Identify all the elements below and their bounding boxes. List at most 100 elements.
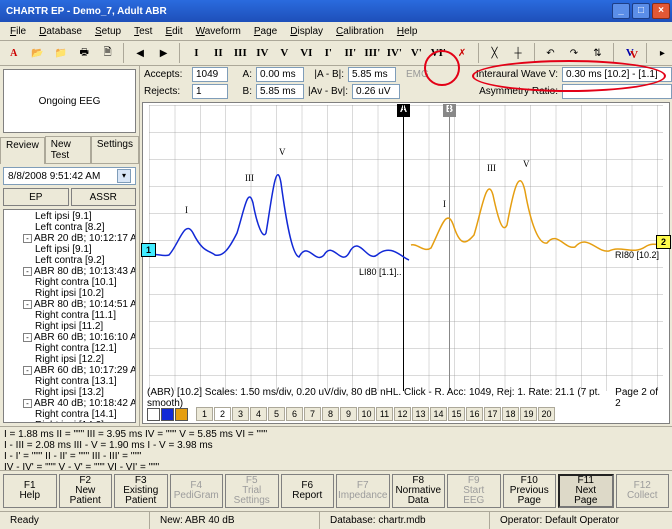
menu-file[interactable]: File — [4, 24, 32, 39]
tree-item[interactable]: Right ipsi [14.2] — [5, 420, 134, 423]
swatch-blue[interactable] — [161, 408, 174, 421]
arrow-right-icon[interactable]: ▸ — [653, 43, 672, 63]
tree-item[interactable]: Right ipsi [10.2] — [5, 288, 134, 299]
page-15-button[interactable]: 15 — [448, 407, 465, 421]
channel-1-marker[interactable]: 1 — [141, 243, 156, 257]
tree-item[interactable]: Left contra [9.2] — [5, 255, 134, 266]
peak-r-III: III — [487, 163, 496, 173]
avbv-label: |Av - Bv|: — [308, 86, 348, 97]
mark-II'-button[interactable]: II' — [340, 43, 360, 63]
page-16-button[interactable]: 16 — [466, 407, 483, 421]
mark-III-button[interactable]: III — [230, 43, 250, 63]
tree-item[interactable]: -ABR 60 dB; 10:17:29 AM — [5, 365, 134, 376]
tree-item[interactable]: Right contra [12.1] — [5, 343, 134, 354]
page-2-button[interactable]: 2 — [214, 407, 231, 421]
menu-edit[interactable]: Edit — [159, 24, 188, 39]
page-13-button[interactable]: 13 — [412, 407, 429, 421]
trace1-label: LI80 [1.1].. — [359, 267, 402, 277]
tree-item[interactable]: Left contra [8.2] — [5, 222, 134, 233]
page-17-button[interactable]: 17 — [484, 407, 501, 421]
chevron-down-icon[interactable]: ▾ — [117, 169, 131, 183]
tree-item[interactable]: -ABR 80 dB; 10:13:43 AM — [5, 266, 134, 277]
page-6-button[interactable]: 6 — [286, 407, 303, 421]
cursor-left-icon[interactable]: ◀ — [130, 43, 149, 63]
page-7-button[interactable]: 7 — [304, 407, 321, 421]
tree-item[interactable]: Right ipsi [11.2] — [5, 321, 134, 332]
print-icon[interactable]: 🖶 — [74, 43, 93, 63]
axes-icon[interactable]: ┼ — [508, 43, 527, 63]
tree-item[interactable]: Right contra [11.1] — [5, 310, 134, 321]
swatch-orange[interactable] — [175, 408, 188, 421]
print-preview-icon[interactable]: 🗎 — [98, 43, 117, 63]
tab-new-test[interactable]: New Test — [45, 136, 91, 163]
tree-item[interactable]: Right contra [10.1] — [5, 277, 134, 288]
tool-a-icon[interactable]: A — [4, 43, 23, 63]
tree-item[interactable]: Left ipsi [9.1] — [5, 244, 134, 255]
mark-IV-button[interactable]: IV — [252, 43, 272, 63]
page-3-button[interactable]: 3 — [232, 407, 249, 421]
tree-item[interactable]: Left ipsi [9.1] — [5, 211, 134, 222]
maximize-button[interactable]: □ — [632, 3, 650, 19]
tab-settings[interactable]: Settings — [91, 136, 139, 163]
tree-item[interactable]: -ABR 40 dB; 10:18:42 AM — [5, 398, 134, 409]
cursor-right-icon[interactable]: ▶ — [154, 43, 173, 63]
tree-item[interactable]: -ABR 60 dB; 10:16:10 AM — [5, 332, 134, 343]
ep-button[interactable]: EP — [3, 188, 69, 206]
tree-item[interactable]: -ABR 80 dB; 10:14:51 AM — [5, 299, 134, 310]
tree-item[interactable]: Right ipsi [13.2] — [5, 387, 134, 398]
mark-III'-button[interactable]: III' — [362, 43, 382, 63]
interaural-icon[interactable]: VV — [620, 43, 639, 63]
page-9-button[interactable]: 9 — [340, 407, 357, 421]
assr-button[interactable]: ASSR — [71, 188, 137, 206]
page-12-button[interactable]: 12 — [394, 407, 411, 421]
mark-IV'-button[interactable]: IV' — [384, 43, 404, 63]
menu-display[interactable]: Display — [284, 24, 329, 39]
close-button[interactable]: × — [652, 3, 670, 19]
page-14-button[interactable]: 14 — [430, 407, 447, 421]
tree-item[interactable]: -ABR 20 dB; 10:12:17 AM — [5, 233, 134, 244]
status-new: New: ABR 40 dB — [150, 512, 320, 529]
open-icon[interactable]: 📂 — [27, 43, 46, 63]
accepts-label: Accepts: — [144, 69, 188, 80]
latency-row-1: I = 1.88 ms II = """ III = 3.95 ms IV = … — [4, 429, 668, 440]
menu-setup[interactable]: Setup — [89, 24, 127, 39]
menu-test[interactable]: Test — [128, 24, 158, 39]
session-dropdown[interactable]: 8/8/2008 9:51:42 AM ▾ — [3, 167, 136, 185]
peak-r-I: I — [443, 199, 446, 209]
mark-VI-button[interactable]: VI — [296, 43, 316, 63]
swatch-white[interactable] — [147, 408, 160, 421]
recording-tree[interactable]: Left ipsi [9.1]Left contra [8.2]-ABR 20 … — [3, 209, 136, 423]
b-label: B: — [232, 86, 252, 97]
mark-V'-button[interactable]: V' — [406, 43, 426, 63]
menu-help[interactable]: Help — [391, 24, 424, 39]
page-20-button[interactable]: 20 — [538, 407, 555, 421]
rejects-value: 1 — [192, 84, 228, 99]
mark-I'-button[interactable]: I' — [318, 43, 338, 63]
page-19-button[interactable]: 19 — [520, 407, 537, 421]
page-5-button[interactable]: 5 — [268, 407, 285, 421]
waveform-plot[interactable]: A B I III V I III V LI80 [1.1].. RI80 [1… — [142, 102, 670, 424]
tree-item[interactable]: Right contra [14.1] — [5, 409, 134, 420]
tree-item[interactable]: Right ipsi [12.2] — [5, 354, 134, 365]
page-8-button[interactable]: 8 — [322, 407, 339, 421]
mark-II-button[interactable]: II — [208, 43, 228, 63]
mark-V-button[interactable]: V — [274, 43, 294, 63]
menu-calibration[interactable]: Calibration — [330, 24, 390, 39]
page-4-button[interactable]: 4 — [250, 407, 267, 421]
channel-2-marker[interactable]: 2 — [656, 235, 671, 249]
page-11-button[interactable]: 11 — [376, 407, 393, 421]
menu-waveform[interactable]: Waveform — [190, 24, 247, 39]
menu-database[interactable]: Database — [33, 24, 88, 39]
tab-review[interactable]: Review — [0, 137, 45, 164]
panel-tabs: Review New Test Settings — [0, 136, 139, 164]
tree-item[interactable]: Right contra [13.1] — [5, 376, 134, 387]
minimize-button[interactable]: _ — [612, 3, 630, 19]
grid-icon[interactable]: ╳ — [485, 43, 504, 63]
mark-I-button[interactable]: I — [186, 43, 206, 63]
page-10-button[interactable]: 10 — [358, 407, 375, 421]
open2-icon[interactable]: 📁 — [51, 43, 70, 63]
menu-page[interactable]: Page — [248, 24, 283, 39]
peak-r-V: V — [523, 159, 530, 169]
page-18-button[interactable]: 18 — [502, 407, 519, 421]
page-1-button[interactable]: 1 — [196, 407, 213, 421]
